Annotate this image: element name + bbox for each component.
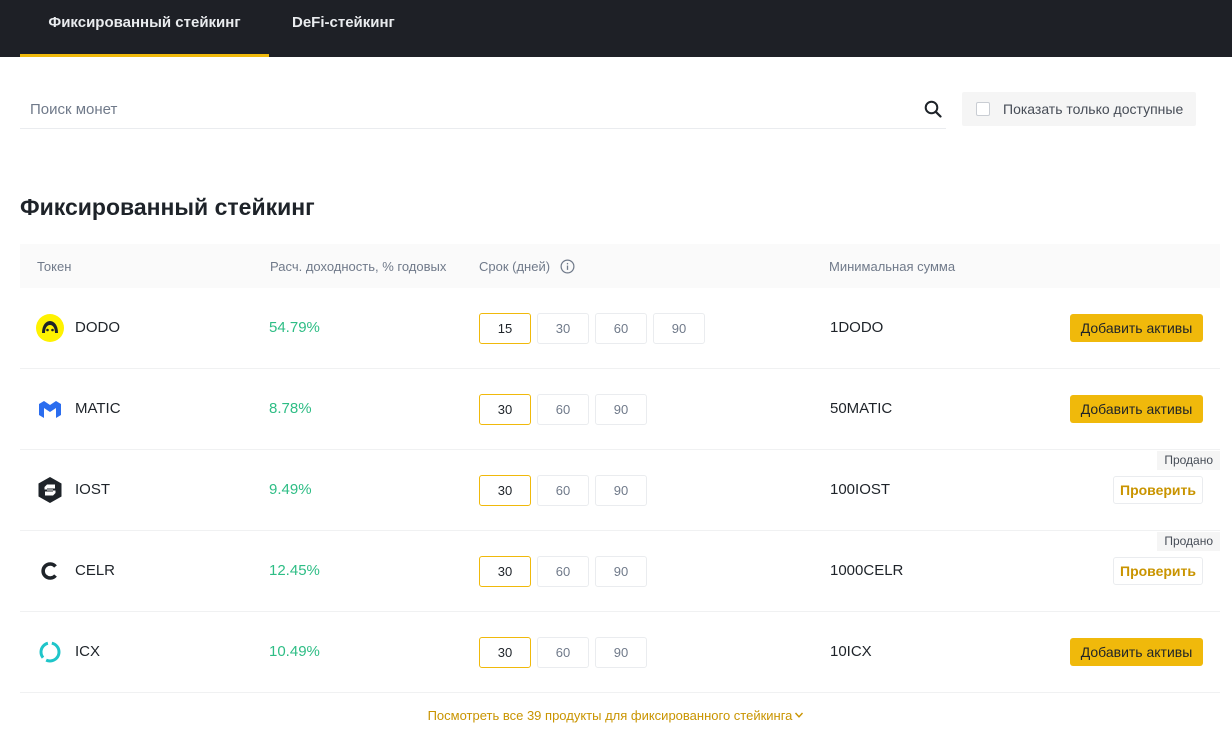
apy-value: 12.45% xyxy=(269,562,320,579)
add-assets-button[interactable]: Добавить активы xyxy=(1070,638,1203,666)
table-row: DODO 54.79% 15 30 60 90 1DODO Добавить а… xyxy=(20,288,1220,369)
term-option[interactable]: 30 xyxy=(479,475,531,506)
term-option[interactable]: 15 xyxy=(479,313,531,344)
apy-value: 10.49% xyxy=(269,643,320,660)
term-option[interactable]: 30 xyxy=(479,556,531,587)
tab-fixed-staking-label: Фиксированный стейкинг xyxy=(48,14,241,31)
apy-value: 54.79% xyxy=(269,319,320,336)
coin-name: CELR xyxy=(75,562,116,579)
show-available-label: Показать только доступные xyxy=(1003,101,1184,117)
term-option[interactable]: 90 xyxy=(595,394,647,425)
dodo-icon xyxy=(36,314,64,342)
header-token: Токен xyxy=(37,259,72,274)
matic-icon xyxy=(39,401,61,418)
check-button[interactable]: Проверить xyxy=(1113,476,1203,504)
min-amount: 100IOST xyxy=(830,481,891,498)
search-icon[interactable] xyxy=(924,100,942,118)
min-amount: 10ICX xyxy=(830,643,872,660)
tab-defi-staking[interactable]: DeFi-стейкинг xyxy=(292,0,395,57)
section-title: Фиксированный стейкинг xyxy=(20,194,315,220)
table-row: ICX 10.49% 30 60 90 10ICX Добавить актив… xyxy=(20,612,1220,693)
coin-name: IOST xyxy=(75,481,111,498)
view-all-products-link[interactable]: Посмотреть все 39 продукты для фиксирова… xyxy=(0,708,1232,723)
chevron-down-icon xyxy=(795,712,804,718)
sold-out-badge: Продано xyxy=(1157,532,1220,551)
top-tab-bar: Фиксированный стейкинг DeFi-стейкинг xyxy=(0,0,1232,57)
add-assets-button[interactable]: Добавить активы xyxy=(1070,314,1203,342)
iost-icon xyxy=(38,477,62,503)
term-option[interactable]: 60 xyxy=(537,475,589,506)
apy-value: 9.49% xyxy=(269,481,312,498)
table-row: CELR 12.45% 30 60 90 1000CELR Продано Пр… xyxy=(20,531,1220,612)
term-option[interactable]: 90 xyxy=(595,475,647,506)
term-option[interactable]: 60 xyxy=(595,313,647,344)
table-header: Токен Расч. доходность, % годовых Срок (… xyxy=(20,244,1220,288)
coin-name: ICX xyxy=(75,643,101,660)
coin-name: MATIC xyxy=(75,400,121,417)
sold-out-badge: Продано xyxy=(1157,451,1220,470)
min-amount: 50MATIC xyxy=(830,400,893,417)
term-option[interactable]: 60 xyxy=(537,556,589,587)
apy-value: 8.78% xyxy=(269,400,312,417)
show-available-filter[interactable]: Показать только доступные xyxy=(962,92,1196,126)
table-row: MATIC 8.78% 30 60 90 50MATIC Добавить ак… xyxy=(20,369,1220,450)
header-min-amount: Минимальная сумма xyxy=(829,259,956,274)
icx-icon xyxy=(39,641,61,663)
term-option[interactable]: 30 xyxy=(479,394,531,425)
info-icon[interactable] xyxy=(560,259,575,274)
active-tab-indicator xyxy=(20,54,269,57)
min-amount: 1DODO xyxy=(830,319,884,336)
view-all-label: Посмотреть все 39 продукты для фиксирова… xyxy=(427,708,793,723)
coin-name: DODO xyxy=(75,319,120,336)
term-option[interactable]: 60 xyxy=(537,637,589,668)
header-term-label: Срок (дней) xyxy=(479,259,551,274)
header-apy: Расч. доходность, % годовых xyxy=(270,259,447,274)
term-option[interactable]: 30 xyxy=(537,313,589,344)
check-button[interactable]: Проверить xyxy=(1113,557,1203,585)
min-amount: 1000CELR xyxy=(830,562,904,579)
add-assets-button[interactable]: Добавить активы xyxy=(1070,395,1203,423)
term-option[interactable]: 90 xyxy=(653,313,705,344)
header-term: Срок (дней) xyxy=(479,259,575,274)
search-input[interactable] xyxy=(20,90,910,128)
tab-fixed-staking[interactable]: Фиксированный стейкинг xyxy=(20,0,269,57)
term-option[interactable]: 30 xyxy=(479,637,531,668)
celr-icon xyxy=(41,562,57,580)
term-option[interactable]: 90 xyxy=(595,556,647,587)
show-available-checkbox[interactable] xyxy=(976,102,990,116)
tab-defi-staking-label: DeFi-стейкинг xyxy=(292,14,395,31)
table-row: IOST 9.49% 30 60 90 100IOST Продано Пров… xyxy=(20,450,1220,531)
term-option[interactable]: 60 xyxy=(537,394,589,425)
term-option[interactable]: 90 xyxy=(595,637,647,668)
search-bar xyxy=(20,90,946,129)
